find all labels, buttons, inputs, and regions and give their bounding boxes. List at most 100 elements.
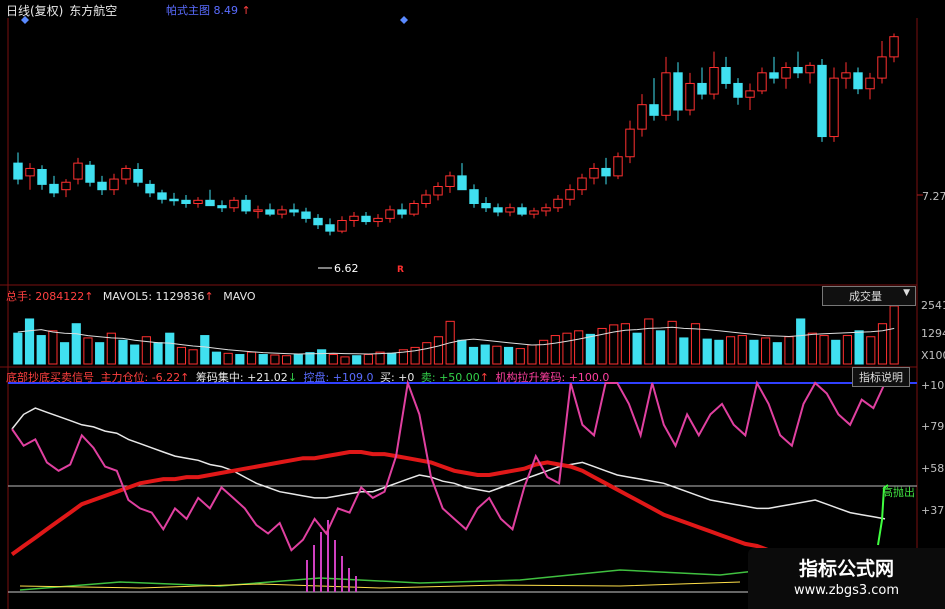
candle-body	[757, 72, 767, 92]
candle-body	[13, 162, 23, 180]
candle-body	[493, 207, 503, 213]
indicator-axis-labels: +100 +79.2 +58.5 +37.7	[921, 379, 945, 517]
candle-body	[817, 64, 827, 138]
volume-bar	[562, 332, 572, 365]
volume-bar	[749, 339, 759, 365]
candle-body	[841, 72, 851, 79]
volume-bars	[13, 305, 899, 365]
candle-body	[577, 177, 587, 191]
candle-body	[709, 67, 719, 95]
buy-green-line	[19, 565, 801, 591]
volume-bar	[644, 318, 654, 365]
candle-body	[613, 156, 623, 177]
site-watermark: 指标公式网 www.zbgs3.com	[748, 548, 945, 609]
volume-bar	[258, 354, 268, 365]
volume-bar	[737, 335, 747, 365]
main-position-label: 主力仓位: -6.22	[100, 371, 181, 384]
volume-bar	[702, 338, 712, 365]
candle-body	[361, 215, 371, 223]
volume-bar	[13, 332, 23, 365]
candle-body	[205, 199, 215, 207]
candle-body	[241, 199, 251, 212]
candle-body	[685, 82, 695, 111]
candle-body	[121, 167, 131, 180]
volume-bar	[690, 323, 701, 365]
chevron-down-icon: ▼	[903, 288, 910, 298]
low-marker-label: 6.62	[334, 262, 359, 275]
volume-bar	[211, 351, 222, 365]
candle-body	[781, 67, 791, 79]
candle-body	[61, 181, 71, 191]
candle-body	[517, 207, 527, 215]
candle-body	[829, 77, 839, 138]
candle-body	[277, 209, 287, 215]
candle-body	[49, 183, 59, 194]
volume-bar	[503, 346, 514, 365]
down-arrow-icon: ↓	[287, 371, 298, 384]
volume-bar	[293, 353, 303, 365]
volume-bar	[468, 346, 479, 365]
chart-canvas[interactable]: 7.27 6.62 R 高抛出 2541 1	[0, 0, 945, 609]
volume-bar	[889, 305, 899, 365]
candlestick-series	[13, 33, 899, 236]
candle-body	[889, 36, 899, 58]
candle-body	[229, 199, 239, 209]
indicator-dropdown-label: 成交量	[849, 290, 882, 303]
watermark-title: 指标公式网	[798, 558, 894, 580]
volume-bar	[574, 330, 584, 365]
volume-bar	[188, 349, 198, 365]
volume-bar	[24, 318, 35, 365]
candle-body	[109, 178, 119, 191]
candle-body	[73, 162, 83, 180]
total-volume-label: 总手: 2084122	[6, 290, 85, 303]
candle-body	[805, 64, 815, 74]
candle-body	[721, 67, 731, 84]
indicator-explain-button[interactable]: 指标说明	[852, 367, 910, 387]
bottom-signal-sticks	[306, 520, 357, 592]
volume-bar	[281, 355, 292, 365]
candle-body	[325, 224, 335, 232]
indicator-dropdown[interactable]: 成交量 ▼	[822, 286, 916, 306]
price-axis-label: 7.27	[922, 190, 945, 203]
volume-bar	[457, 339, 467, 365]
volume-bar	[480, 344, 490, 365]
volume-bar	[422, 342, 432, 365]
control-label: 控盘: +109.0	[303, 371, 374, 384]
volume-bar	[807, 332, 817, 365]
volume-bar	[515, 348, 525, 365]
volume-bar	[118, 339, 128, 365]
volume-bar	[632, 332, 642, 365]
up-arrow-icon: ↑	[180, 371, 190, 384]
volume-bar	[679, 337, 689, 365]
diamond-marker-icon	[400, 16, 408, 24]
candle-body	[253, 209, 263, 212]
candle-body	[673, 72, 683, 111]
volume-bar	[59, 342, 70, 365]
volume-bar	[831, 339, 841, 365]
volume-bar	[819, 335, 829, 365]
candle-body	[733, 82, 743, 98]
volume-bar	[854, 330, 864, 365]
candle-body	[385, 209, 395, 219]
candle-body	[433, 186, 443, 196]
candle-body	[481, 203, 491, 209]
candle-body	[745, 90, 755, 98]
candle-body	[445, 175, 455, 187]
volume-bar	[433, 336, 444, 365]
indicator-name[interactable]: 底部抄底买卖信号	[6, 371, 94, 384]
candle-body	[769, 72, 779, 79]
candle-body	[193, 199, 203, 204]
volume-bar	[761, 337, 771, 365]
volume-bar	[866, 336, 876, 365]
volume-bar	[492, 345, 502, 365]
candle-body	[553, 198, 563, 209]
mavol5-label: MAVOL5: 1129836	[102, 290, 205, 303]
volume-bar	[725, 336, 736, 365]
candle-body	[865, 77, 875, 90]
watermark-url: www.zbgs3.com	[793, 583, 900, 598]
up-arrow-icon: ↑	[204, 290, 214, 303]
up-arrow-icon: ↑	[84, 290, 94, 303]
volume-bar	[165, 332, 175, 365]
candle-body	[397, 209, 407, 215]
mavol10-label: MAVO	[223, 290, 256, 303]
